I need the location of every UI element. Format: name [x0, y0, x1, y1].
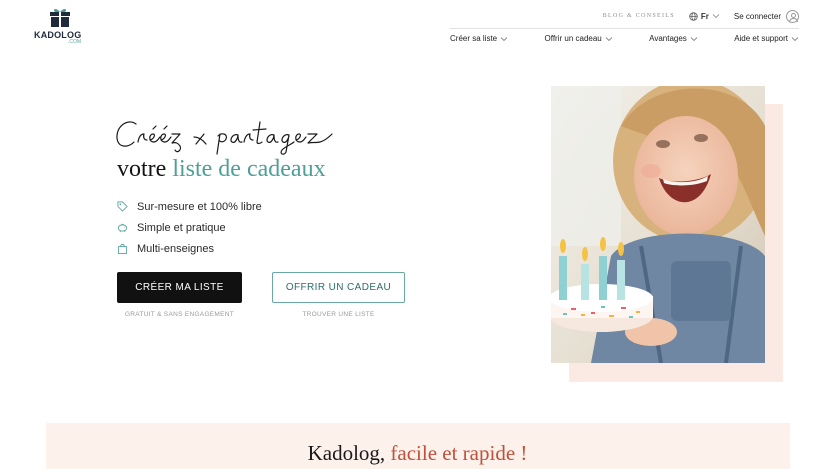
chevron-down-icon — [791, 36, 799, 41]
logo-suffix: .COM — [68, 39, 82, 45]
utility-bar: BLOG & CONSEILS Fr Se connecter — [603, 9, 799, 23]
nav-item-label: Offrir un cadeau — [544, 34, 602, 43]
list-item: Sur-mesure et 100% libre — [117, 196, 262, 217]
chevron-down-icon — [605, 36, 613, 41]
nav-item-label: Avantages — [649, 34, 687, 43]
user-icon — [786, 9, 799, 23]
section-title: Kadolog, facile et rapide ! — [0, 441, 835, 466]
create-list-note: GRATUIT & SANS ENGAGEMENT — [124, 311, 235, 318]
nav-item-label: Aide et support — [734, 34, 788, 43]
language-label: Fr — [700, 11, 709, 21]
nav-item-offer-gift[interactable]: Offrir un cadeau — [545, 34, 613, 43]
nav-item-label: Créer sa liste — [450, 34, 498, 43]
feature-label: Sur-mesure et 100% libre — [137, 200, 262, 213]
section-title-accent: facile et rapide ! — [390, 441, 528, 465]
feature-label: Simple et pratique — [137, 221, 226, 234]
offer-gift-button[interactable]: OFFRIR UN CADEAU — [272, 272, 405, 303]
site-logo[interactable]: KADOLOG .COM — [34, 6, 86, 46]
login-link[interactable]: Se connecter — [733, 9, 799, 23]
header-divider — [450, 28, 799, 29]
chevron-down-icon — [500, 36, 508, 41]
find-list-link[interactable]: TROUVER UNE LISTE — [272, 311, 405, 318]
blog-link[interactable]: BLOG & CONSEILS — [603, 13, 675, 19]
nav-item-advantages[interactable]: Avantages — [649, 34, 698, 43]
chevron-down-icon — [690, 36, 698, 41]
piggy-bank-icon — [117, 223, 128, 233]
gift-icon — [50, 8, 70, 27]
feature-list: Sur-mesure et 100% libre Simple et prati… — [117, 196, 262, 259]
login-label: Se connecter — [733, 11, 781, 21]
chevron-down-icon — [712, 14, 720, 19]
main-nav: Créer sa liste Offrir un cadeau Avantage… — [450, 34, 799, 43]
tag-icon — [117, 201, 128, 212]
hero-title-accent: liste de cadeaux — [172, 156, 326, 182]
create-list-button[interactable]: CRÉER MA LISTE — [117, 272, 242, 303]
globe-icon — [689, 11, 698, 21]
hero-photo — [551, 86, 765, 363]
shopping-bag-icon — [117, 244, 128, 254]
nav-item-create-list[interactable]: Créer sa liste — [450, 34, 508, 43]
nav-item-help[interactable]: Aide et support — [734, 34, 799, 43]
hero-title: votre liste de cadeaux — [117, 156, 326, 183]
hero-title-plain: votre — [117, 156, 173, 182]
language-selector[interactable]: Fr — [689, 12, 720, 21]
feature-label: Multi-enseignes — [137, 242, 215, 255]
list-item: Simple et pratique — [117, 217, 262, 238]
list-item: Multi-enseignes — [117, 238, 262, 259]
hero-script-title — [116, 121, 333, 155]
section-title-plain: Kadolog, — [307, 441, 391, 465]
